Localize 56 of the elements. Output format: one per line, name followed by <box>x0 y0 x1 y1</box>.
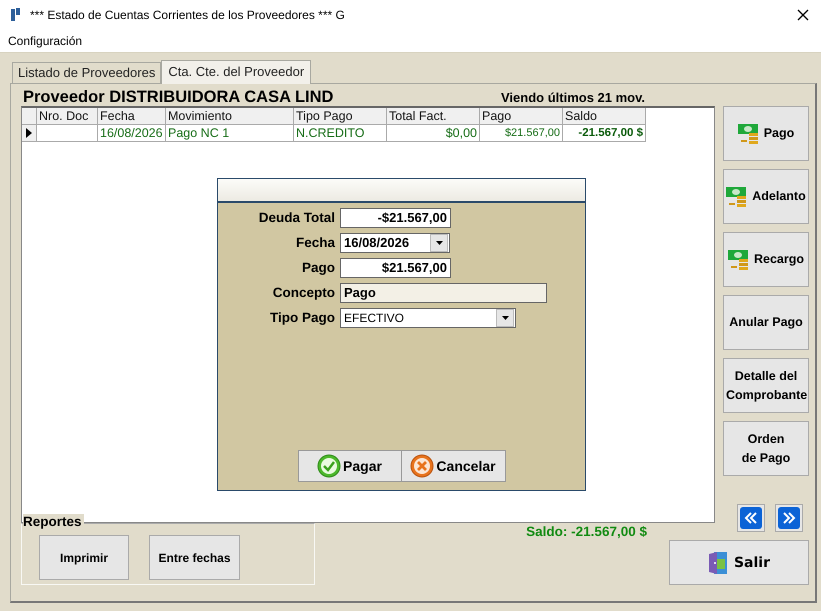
field-label: Pago <box>300 260 336 275</box>
records-count: Viendo últimos 21 mov. <box>501 90 645 105</box>
table-cell: 16/08/2026 <box>98 125 166 142</box>
column-header[interactable]: Fecha <box>98 108 166 125</box>
report-button[interactable]: Entre fechas <box>149 535 240 580</box>
table-cell <box>37 125 98 142</box>
side-button[interactable]: Adelanto <box>723 169 809 224</box>
checkmark-icon <box>317 454 342 478</box>
side-button[interactable]: Orden de Pago <box>723 421 809 476</box>
double-right-icon <box>778 507 800 529</box>
balance-text: Saldo: -21.567,00 $ <box>526 524 647 539</box>
column-header[interactable]: Pago <box>480 108 563 125</box>
door-icon <box>708 550 728 574</box>
dropdown[interactable]: EFECTIVO <box>340 308 516 328</box>
grid-corner <box>22 108 37 125</box>
column-header[interactable]: Movimiento <box>166 108 294 125</box>
cancel-icon <box>410 454 434 478</box>
column-header[interactable]: Tipo Pago <box>294 108 387 125</box>
field-label: Tipo Pago <box>268 310 336 325</box>
dropdown-icon <box>436 240 442 244</box>
group-title: Reportes <box>23 514 84 529</box>
tab[interactable]: Cta. Cte. del Proveedor <box>161 60 312 84</box>
side-button[interactable]: Pago <box>723 106 809 161</box>
supplier-name: Proveedor DISTRIBUIDORA CASA LIND <box>23 88 334 107</box>
table-cell: $21.567,00 <box>480 125 563 142</box>
report-button[interactable]: Imprimir <box>39 535 129 580</box>
pay-button[interactable]: Pagar <box>298 450 402 482</box>
date-picker[interactable]: 16/08/2026 <box>340 232 450 252</box>
dropdown-icon <box>502 316 508 320</box>
column-header[interactable]: Total Fact. <box>387 108 480 125</box>
cancel-button[interactable]: Cancelar <box>402 450 506 482</box>
previous-button[interactable] <box>737 504 765 532</box>
window-title: *** Estado de Cuentas Corrientes de los Proveedores *** G <box>30 8 346 22</box>
side-button[interactable]: Recargo <box>723 232 809 287</box>
column-header[interactable]: Nro. Doc <box>37 108 98 125</box>
column-header[interactable]: Saldo <box>563 108 646 125</box>
side-button[interactable]: Anular Pago <box>723 295 809 350</box>
close-icon[interactable] <box>797 9 809 21</box>
menu-item[interactable]: Configuración <box>8 34 82 48</box>
exit-button[interactable]: Salir <box>669 540 809 585</box>
side-button[interactable]: Detalle del Comprobante <box>723 358 809 413</box>
field-label: Concepto <box>272 285 336 300</box>
input-field[interactable]: Pago <box>340 282 547 302</box>
table-cell: Pago NC 1 <box>166 125 294 142</box>
field-label: Deuda Total <box>258 210 336 225</box>
tab[interactable]: Listado de Proveedores <box>12 62 162 83</box>
app-icon <box>10 7 22 23</box>
field-label: Fecha <box>294 235 336 250</box>
row-selector[interactable] <box>22 125 37 142</box>
table-cell: -21.567,00 $ <box>563 125 646 142</box>
double-left-icon <box>740 507 762 529</box>
next-button[interactable] <box>775 504 803 532</box>
input-field[interactable]: -$21.567,00 <box>340 208 451 228</box>
table-cell: $0,00 <box>387 125 480 142</box>
input-field[interactable]: $21.567,00 <box>340 258 451 278</box>
table-cell: N.CREDITO <box>294 125 387 142</box>
